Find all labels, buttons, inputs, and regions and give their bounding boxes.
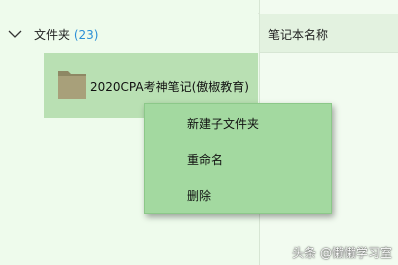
folder-count: (23) [73,28,99,42]
menu-item-label: 新建子文件夹 [187,117,260,131]
folder-item-label: 2020CPA考神笔记(傲椒教育) [90,80,249,94]
context-menu: 新建子文件夹 重命名 删除 [144,103,332,214]
chevron-down-icon[interactable] [8,27,22,41]
note-list-header[interactable]: 笔记本名称 [260,14,398,53]
folder-icon [58,71,86,99]
folder-tree-header[interactable]: 文件夹 (23) [0,20,258,48]
menu-item-rename[interactable]: 重命名 [145,147,331,171]
menu-item-new-subfolder[interactable]: 新建子文件夹 [145,111,331,135]
menu-item-label: 重命名 [187,153,224,167]
folder-tree-label: 文件夹 [34,28,71,42]
folder-tree-title: 文件夹 (23) [34,26,98,43]
column-header-notebook-name: 笔记本名称 [268,28,329,42]
menu-item-label: 删除 [187,189,212,203]
watermark: 头条 @懒懒学习室 [292,246,392,260]
menu-item-delete[interactable]: 删除 [145,183,331,207]
